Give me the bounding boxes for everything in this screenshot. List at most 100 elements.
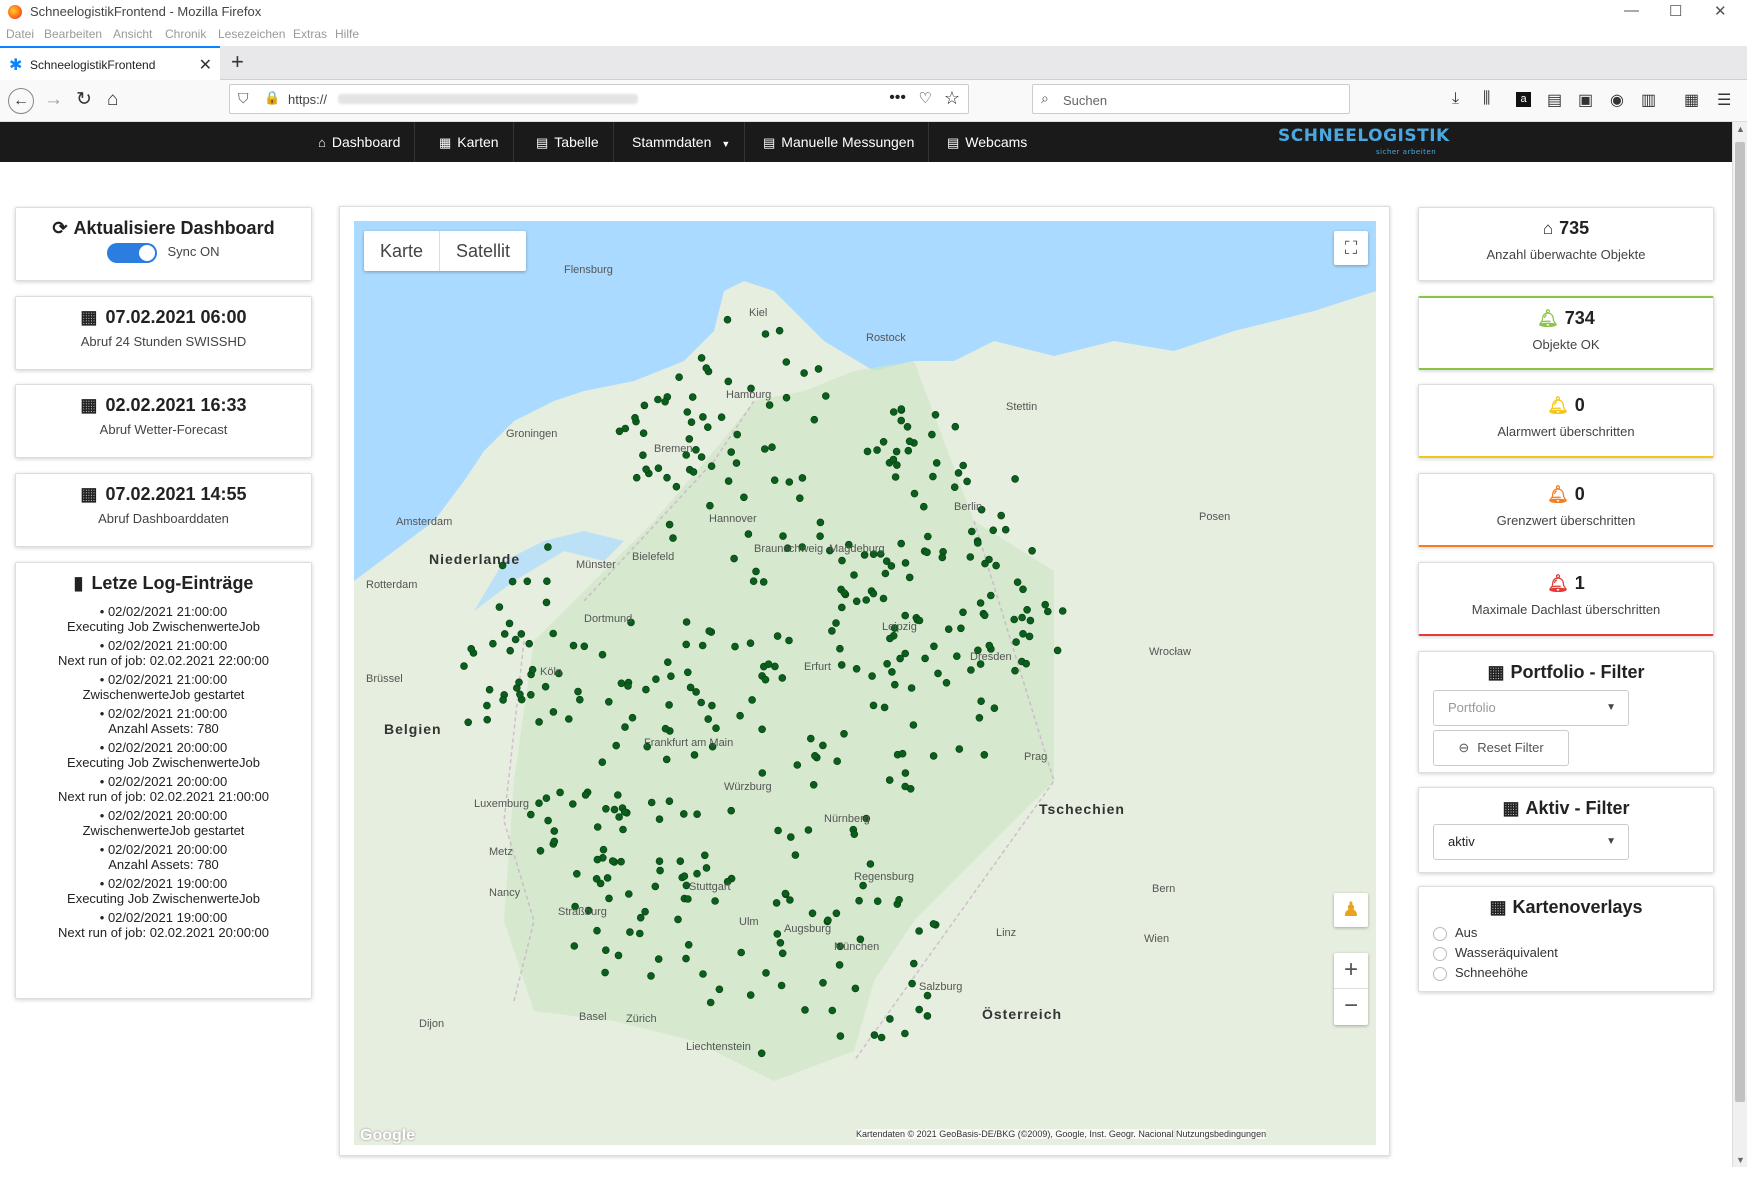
map-marker[interactable] — [614, 951, 623, 960]
map-marker[interactable] — [672, 482, 681, 491]
map-marker[interactable] — [680, 872, 689, 881]
bookmark-star-icon[interactable]: ☆ — [944, 88, 960, 109]
map-marker[interactable] — [773, 632, 782, 640]
lock-icon[interactable]: 🔒 — [264, 90, 280, 106]
shield-icon[interactable]: ⛉ — [238, 90, 249, 107]
map-marker[interactable] — [816, 532, 824, 541]
map-marker[interactable] — [687, 418, 696, 426]
map-marker[interactable] — [782, 393, 791, 402]
map-marker[interactable] — [866, 860, 875, 868]
radio-icon[interactable] — [1433, 966, 1447, 981]
map-marker[interactable] — [702, 364, 711, 372]
map-marker[interactable] — [542, 598, 551, 607]
map-marker[interactable] — [975, 713, 984, 722]
map-marker[interactable] — [881, 569, 890, 578]
menu-extras[interactable]: Extras — [293, 27, 327, 41]
map-marker[interactable] — [985, 641, 994, 650]
map-marker[interactable] — [641, 907, 649, 916]
map-marker[interactable] — [879, 594, 888, 603]
map-marker[interactable] — [748, 696, 756, 704]
map-marker[interactable] — [904, 446, 913, 455]
map-marker[interactable] — [809, 780, 818, 789]
map-marker[interactable] — [663, 658, 672, 667]
map-marker[interactable] — [1025, 632, 1034, 641]
nav-stammdaten[interactable]: Stammdaten ▼ — [618, 122, 746, 162]
map-type-karte[interactable]: Karte — [364, 231, 441, 271]
map-marker[interactable] — [702, 864, 711, 872]
map-marker[interactable] — [746, 991, 755, 999]
map-marker[interactable] — [1053, 646, 1062, 655]
map-marker[interactable] — [901, 559, 910, 567]
radio-icon[interactable] — [1433, 926, 1447, 941]
brand-logo[interactable]: SCHNEELOGISTIK sicher arbeiten — [1278, 126, 1450, 156]
map-marker[interactable] — [727, 448, 736, 456]
map-marker[interactable] — [593, 823, 602, 831]
map-marker[interactable] — [617, 679, 626, 688]
map-marker[interactable] — [1022, 659, 1031, 668]
zoom-out-icon[interactable]: − — [1334, 989, 1368, 1023]
map-marker[interactable] — [880, 703, 889, 712]
map-marker[interactable] — [523, 577, 532, 586]
refresh-icon[interactable]: ⟳ — [52, 218, 67, 238]
map-marker[interactable] — [592, 874, 601, 883]
home-icon[interactable]: ⌂ — [107, 89, 118, 111]
map-marker[interactable] — [549, 629, 557, 638]
map-marker[interactable] — [785, 636, 793, 645]
map-marker[interactable] — [759, 578, 768, 586]
map-marker[interactable] — [869, 701, 878, 710]
map-marker[interactable] — [528, 665, 537, 674]
map-marker[interactable] — [798, 474, 807, 482]
map-marker[interactable] — [791, 851, 800, 859]
map-marker[interactable] — [715, 985, 724, 994]
map-marker[interactable] — [506, 646, 514, 655]
map-marker[interactable] — [950, 483, 959, 492]
map-marker[interactable] — [654, 395, 662, 404]
map-marker[interactable] — [626, 928, 634, 936]
map-marker[interactable] — [661, 397, 669, 406]
map-marker[interactable] — [905, 573, 914, 582]
map-marker[interactable] — [661, 724, 670, 733]
map-marker[interactable] — [997, 511, 1006, 520]
map-marker[interactable] — [620, 808, 629, 816]
map-marker[interactable] — [851, 984, 860, 993]
map-marker[interactable] — [1018, 613, 1026, 622]
map-marker[interactable] — [1019, 629, 1027, 638]
scroll-up-icon[interactable]: ▲ — [1736, 124, 1745, 134]
map-marker[interactable] — [603, 874, 612, 882]
map-marker[interactable] — [889, 408, 898, 416]
sync-toggle[interactable] — [107, 243, 158, 263]
map-marker[interactable] — [535, 799, 543, 808]
map-marker[interactable] — [863, 447, 872, 456]
map-marker[interactable] — [887, 562, 896, 570]
map-marker[interactable] — [499, 696, 507, 704]
map-marker[interactable] — [976, 599, 985, 607]
map-marker[interactable] — [944, 625, 953, 634]
page-actions-icon[interactable]: ••• — [889, 89, 906, 107]
map-marker[interactable] — [828, 627, 836, 635]
map-marker[interactable] — [724, 377, 733, 386]
map-marker[interactable] — [897, 539, 906, 548]
map-marker[interactable] — [706, 998, 715, 1007]
close-window-icon[interactable]: ✕ — [1714, 2, 1727, 20]
map-marker[interactable] — [890, 680, 899, 689]
map-marker[interactable] — [602, 946, 610, 955]
minimize-icon[interactable]: — — [1624, 2, 1639, 19]
map-marker[interactable] — [593, 926, 601, 935]
map-marker[interactable] — [901, 649, 910, 658]
map-marker[interactable] — [731, 642, 739, 651]
fullscreen-icon[interactable]: ⛶ — [1334, 231, 1368, 265]
map-marker[interactable] — [773, 930, 782, 938]
map-marker[interactable] — [762, 969, 770, 977]
map-marker[interactable] — [549, 708, 558, 716]
map-marker[interactable] — [758, 725, 766, 734]
extension-icon[interactable]: ▣ — [1578, 90, 1593, 110]
map-marker[interactable] — [990, 704, 999, 713]
map-marker[interactable] — [910, 489, 919, 498]
map-marker[interactable] — [986, 591, 995, 600]
amazon-icon[interactable]: a — [1516, 92, 1531, 107]
map-marker[interactable] — [777, 981, 786, 990]
map-marker[interactable] — [1013, 578, 1022, 587]
map-marker[interactable] — [682, 640, 691, 649]
map-marker[interactable] — [517, 630, 526, 638]
map-marker[interactable] — [610, 805, 619, 814]
